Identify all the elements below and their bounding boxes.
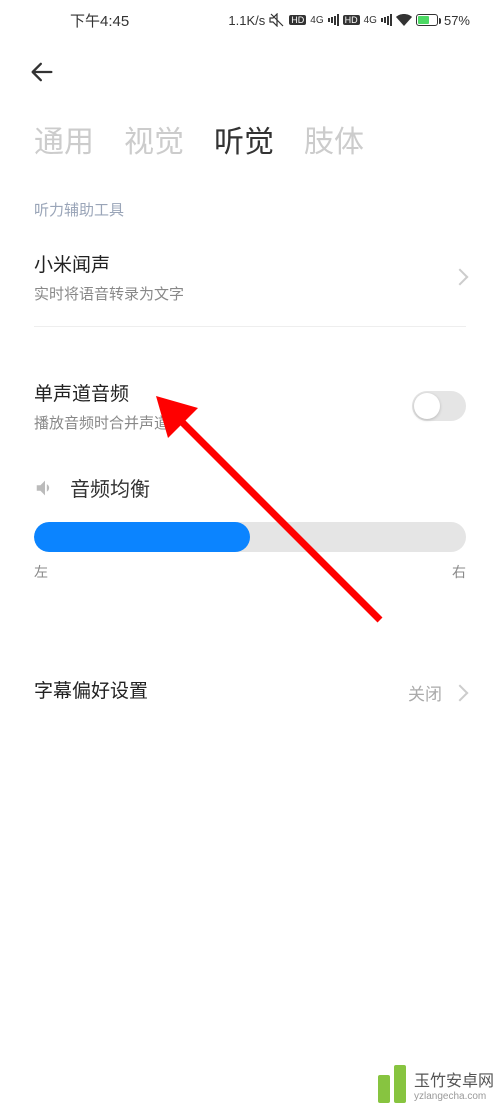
wifi-icon — [396, 14, 412, 26]
battery-percent: 57% — [444, 13, 470, 28]
toggle-knob — [414, 393, 440, 419]
slider-fill — [34, 522, 250, 552]
back-button[interactable] — [0, 40, 500, 109]
xiaomi-sound-title: 小米闻声 — [34, 250, 454, 277]
mono-audio-toggle[interactable] — [412, 391, 466, 421]
chevron-right-icon — [452, 269, 469, 286]
tab-physical[interactable]: 肢体 — [304, 117, 364, 161]
status-time: 下午4:45 — [70, 10, 129, 31]
xiaomi-sound-subtitle: 实时将语音转录为文字 — [34, 283, 454, 304]
item-subtitle-preference[interactable]: 字幕偏好设置 关闭 — [0, 654, 500, 731]
audio-balance-slider[interactable] — [34, 522, 466, 552]
chevron-right-icon — [452, 684, 469, 701]
signal-bars-1 — [328, 14, 339, 26]
item-mono-audio: 单声道音频 播放音频时合并声道 — [0, 357, 500, 455]
signal-bars-2 — [381, 14, 392, 26]
status-bar: 下午4:45 1.1K/s HD 4G HD 4G 57% — [0, 0, 500, 40]
watermark: 玉竹安卓网 yzlangecha.com — [378, 1065, 494, 1103]
subtitle-pref-value: 关闭 — [408, 680, 442, 705]
status-indicators: 1.1K/s HD 4G HD 4G 57% — [228, 13, 470, 28]
tab-hearing[interactable]: 听觉 — [214, 117, 274, 161]
hd-badge-2: HD — [343, 15, 360, 25]
mono-audio-subtitle: 播放音频时合并声道 — [34, 412, 412, 433]
sim1-label: 4G — [310, 15, 323, 26]
network-speed: 1.1K/s — [228, 13, 265, 28]
audio-balance-section: 音频均衡 左 右 — [0, 455, 500, 594]
section-header-hearing-tools: 听力辅助工具 — [0, 179, 500, 228]
hd-badge-1: HD — [289, 15, 306, 25]
watermark-url: yzlangecha.com — [414, 1091, 494, 1102]
sim2-label: 4G — [364, 15, 377, 26]
item-xiaomi-sound[interactable]: 小米闻声 实时将语音转录为文字 — [0, 228, 500, 326]
subtitle-pref-title: 字幕偏好设置 — [34, 676, 408, 703]
back-arrow-icon — [28, 58, 56, 86]
speaker-icon — [34, 477, 56, 499]
mono-audio-title: 单声道音频 — [34, 379, 412, 406]
mute-icon — [269, 13, 285, 27]
tab-general[interactable]: 通用 — [34, 117, 94, 161]
tab-vision[interactable]: 视觉 — [124, 117, 184, 161]
audio-balance-label: 音频均衡 — [70, 473, 150, 502]
category-tabs: 通用 视觉 听觉 肢体 — [0, 109, 500, 179]
watermark-text: 玉竹安卓网 — [414, 1067, 494, 1091]
watermark-logo-icon — [378, 1065, 406, 1103]
balance-left-label: 左 — [34, 562, 48, 582]
balance-right-label: 右 — [452, 562, 466, 582]
battery-icon — [416, 14, 438, 26]
